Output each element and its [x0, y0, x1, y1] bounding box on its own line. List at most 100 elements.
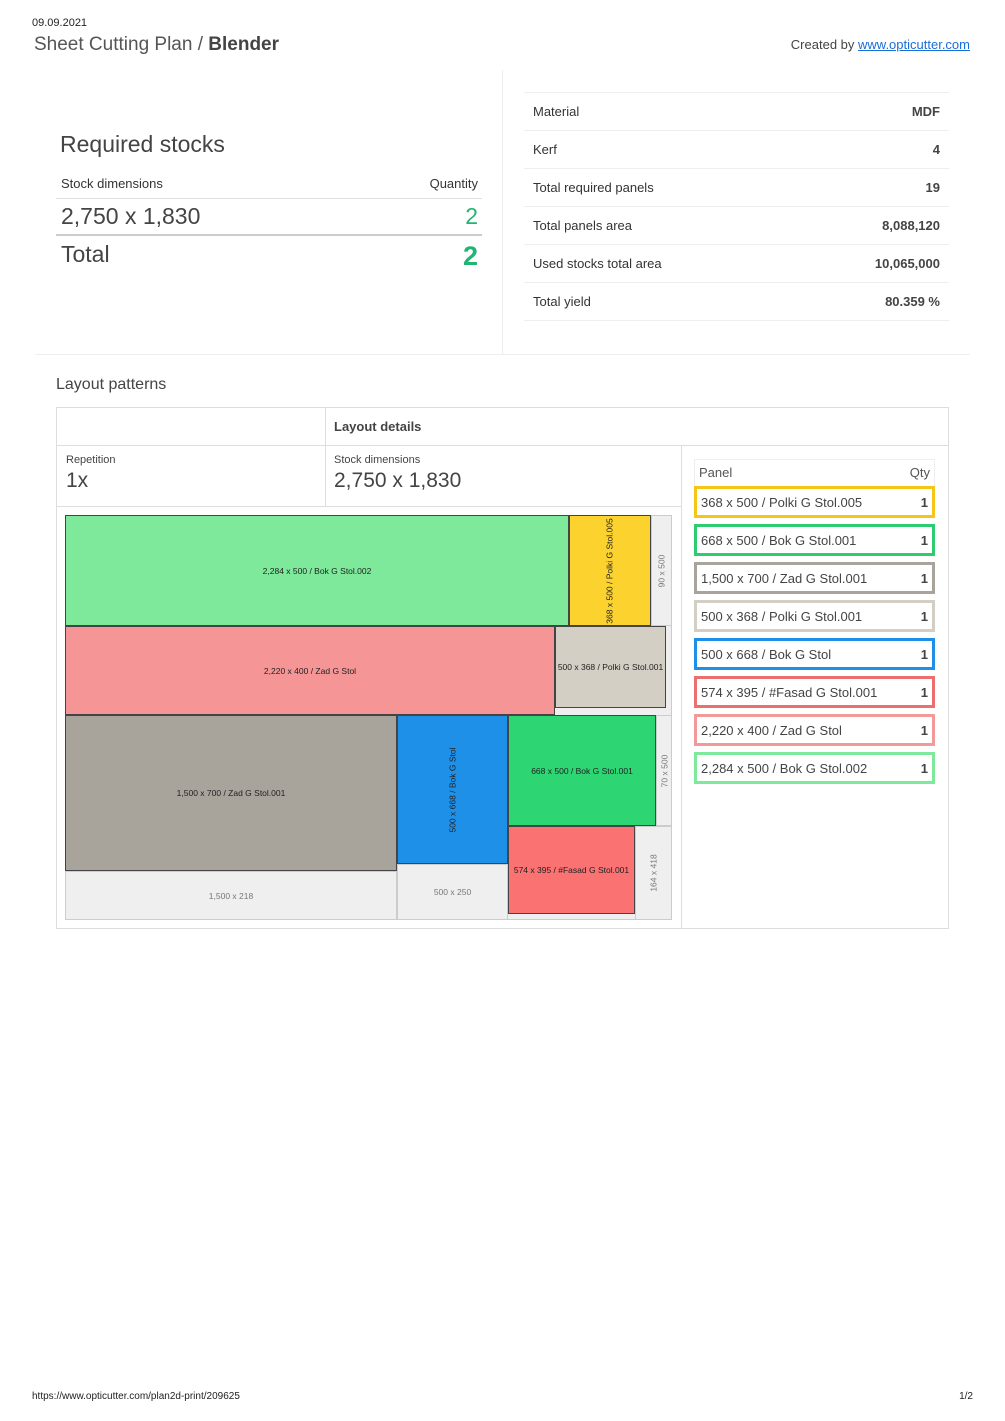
piece-label: 500 x 368 / Polki G Stol.001: [557, 662, 664, 672]
stock-quantity: 2: [465, 203, 478, 229]
panel-qty: 1: [920, 760, 928, 776]
repetition-value: 1x: [66, 469, 89, 492]
summary-row-panels-area: Total panels area 8,088,120: [524, 206, 949, 244]
waste-piece: 70 x 500: [656, 715, 672, 826]
panel-item: 668 x 500 / Bok G Stol.001 1: [694, 524, 935, 556]
panel-label: 500 x 668 / Bok G Stol: [701, 646, 832, 662]
panel-label: 500 x 368 / Polki G Stol.001: [701, 608, 863, 624]
panel-label: 668 x 500 / Bok G Stol.001: [701, 532, 857, 548]
stock-row: 2,750 x 1,830 2: [56, 199, 482, 236]
summary-label: Total yield: [533, 294, 591, 309]
project-name: Blender: [208, 34, 280, 55]
summary-value: 4: [932, 142, 940, 157]
summary-value: MDF: [911, 104, 940, 119]
cutting-layout: 2,284 x 500 / Bok G Stol.002 368 x 500 /…: [65, 515, 672, 920]
panel-label: 368 x 500 / Polki G Stol.005: [701, 494, 863, 510]
total-value: 2: [462, 241, 478, 271]
stock-dimensions: 2,750 x 1,830: [61, 203, 201, 229]
layout-details-label: Layout details: [334, 419, 422, 434]
title-prefix: Sheet Cutting Plan /: [34, 34, 209, 55]
piece-label: 574 x 395 / #Fasad G Stol.001: [513, 865, 630, 875]
panel-item: 500 x 668 / Bok G Stol 1: [694, 638, 935, 670]
panel-qty: 1: [920, 646, 928, 662]
waste-label: 500 x 250: [433, 887, 472, 897]
panel-item: 500 x 368 / Polki G Stol.001 1: [694, 600, 935, 632]
panel-piece: 2,220 x 400 / Zad G Stol: [65, 626, 555, 715]
panel-item: 574 x 395 / #Fasad G Stol.001 1: [694, 676, 935, 708]
piece-label: 668 x 500 / Bok G Stol.001: [531, 765, 633, 776]
page-title: Sheet Cutting Plan / Blender: [34, 34, 279, 56]
waste-piece: 90 x 500: [651, 515, 672, 626]
summary-label: Material: [533, 104, 580, 119]
summary-value: 80.359 %: [885, 294, 940, 309]
waste-label: 1,500 x 218: [208, 890, 254, 901]
created-by-label: Created by: [790, 37, 858, 52]
panel-qty: 1: [920, 608, 928, 624]
waste-piece: 1,500 x 218: [65, 871, 397, 920]
panel-piece: 500 x 668 / Bok G Stol: [397, 715, 508, 864]
piece-label: 2,220 x 400 / Zad G Stol: [263, 665, 357, 676]
horizontal-divider: [35, 354, 970, 355]
panel-qty: 1: [920, 570, 928, 586]
summary-value: 8,088,120: [882, 218, 940, 233]
summary-row-total-panels: Total required panels 19: [524, 168, 949, 206]
panel-item: 2,220 x 400 / Zad G Stol 1: [694, 714, 935, 746]
layout-patterns-title: Layout patterns: [56, 376, 167, 393]
panel-qty: 1: [920, 532, 928, 548]
summary-label: Total required panels: [533, 180, 654, 195]
panel-col-label: Panel: [699, 465, 733, 480]
summary-label: Total panels area: [533, 218, 633, 233]
row-divider: [57, 506, 681, 507]
required-stocks-header: Stock dimensions Quantity: [56, 170, 482, 199]
summary-value: 10,065,000: [874, 256, 940, 271]
row-divider: [57, 445, 948, 446]
summary-table: Material MDF Kerf 4 Total required panels 1…: [524, 92, 949, 321]
waste-label: 70 x 500: [659, 754, 669, 787]
panel-list: Panel Qty 368 x 500 / Polki G Stol.005 1 6…: [694, 459, 935, 790]
piece-label: 1,500 x 700 / Zad G Stol.001: [176, 788, 286, 798]
panel-piece: 1,500 x 700 / Zad G Stol.001: [65, 715, 397, 871]
panel-piece: 574 x 395 / #Fasad G Stol.001: [508, 826, 635, 914]
waste-label: 164 x 418: [648, 854, 659, 892]
panel-label: 2,284 x 500 / Bok G Stol.002: [701, 760, 868, 776]
stock-dimensions-label: Stock dimensions: [334, 454, 421, 466]
waste-piece: 164 x 418: [635, 826, 672, 920]
panel-piece: 2,284 x 500 / Bok G Stol.002: [65, 515, 569, 626]
opticutter-link[interactable]: www.opticutter.com: [858, 37, 970, 52]
panel-piece: 500 x 368 / Polki G Stol.001: [555, 626, 666, 708]
panel-piece: 668 x 500 / Bok G Stol.001: [508, 715, 656, 826]
footer-url: https://www.opticutter.com/plan2d-print/…: [32, 1391, 240, 1402]
summary-value: 19: [925, 180, 940, 195]
waste-label: 90 x 500: [656, 554, 667, 587]
panel-label: 2,220 x 400 / Zad G Stol: [701, 722, 842, 738]
summary-row-stocks-area: Used stocks total area 10,065,000: [524, 244, 949, 282]
piece-label: 2,284 x 500 / Bok G Stol.002: [262, 565, 372, 576]
summary-row-kerf: Kerf 4: [524, 130, 949, 168]
summary-label: Used stocks total area: [533, 256, 662, 271]
col-quantity: Quantity: [429, 176, 478, 191]
panel-column-divider: [681, 445, 682, 928]
piece-label: 368 x 500 / Polki G Stol.005: [605, 517, 615, 624]
stock-dimensions-value: 2,750 x 1,830: [334, 469, 462, 492]
qty-col-label: Qty: [909, 465, 930, 480]
panel-qty: 1: [920, 494, 928, 510]
col-stock-dimensions: Stock dimensions: [61, 176, 163, 191]
panel-item: 368 x 500 / Polki G Stol.005 1: [694, 486, 935, 518]
page-number: 1/2: [959, 1391, 973, 1402]
summary-row-material: Material MDF: [524, 92, 949, 130]
panel-label: 574 x 395 / #Fasad G Stol.001: [701, 684, 878, 700]
waste-piece: 500 x 250: [397, 864, 508, 920]
panel-qty: 1: [920, 722, 928, 738]
vertical-divider: [502, 70, 503, 354]
panel-piece: 368 x 500 / Polki G Stol.005: [569, 515, 651, 626]
panel-item: 1,500 x 700 / Zad G Stol.001 1: [694, 562, 935, 594]
summary-row-yield: Total yield 80.359 %: [524, 282, 949, 321]
repetition-label: Repetition: [66, 454, 116, 466]
created-by: Created by www.opticutter.com: [791, 37, 970, 52]
panel-list-header: Panel Qty: [694, 459, 935, 486]
required-stocks-title: Required stocks: [60, 131, 225, 157]
required-stocks-table: Stock dimensions Quantity 2,750 x 1,830 …: [56, 170, 482, 276]
panel-label: 1,500 x 700 / Zad G Stol.001: [701, 570, 868, 586]
stock-total-row: Total 2: [56, 236, 482, 276]
panel-qty: 1: [920, 684, 928, 700]
